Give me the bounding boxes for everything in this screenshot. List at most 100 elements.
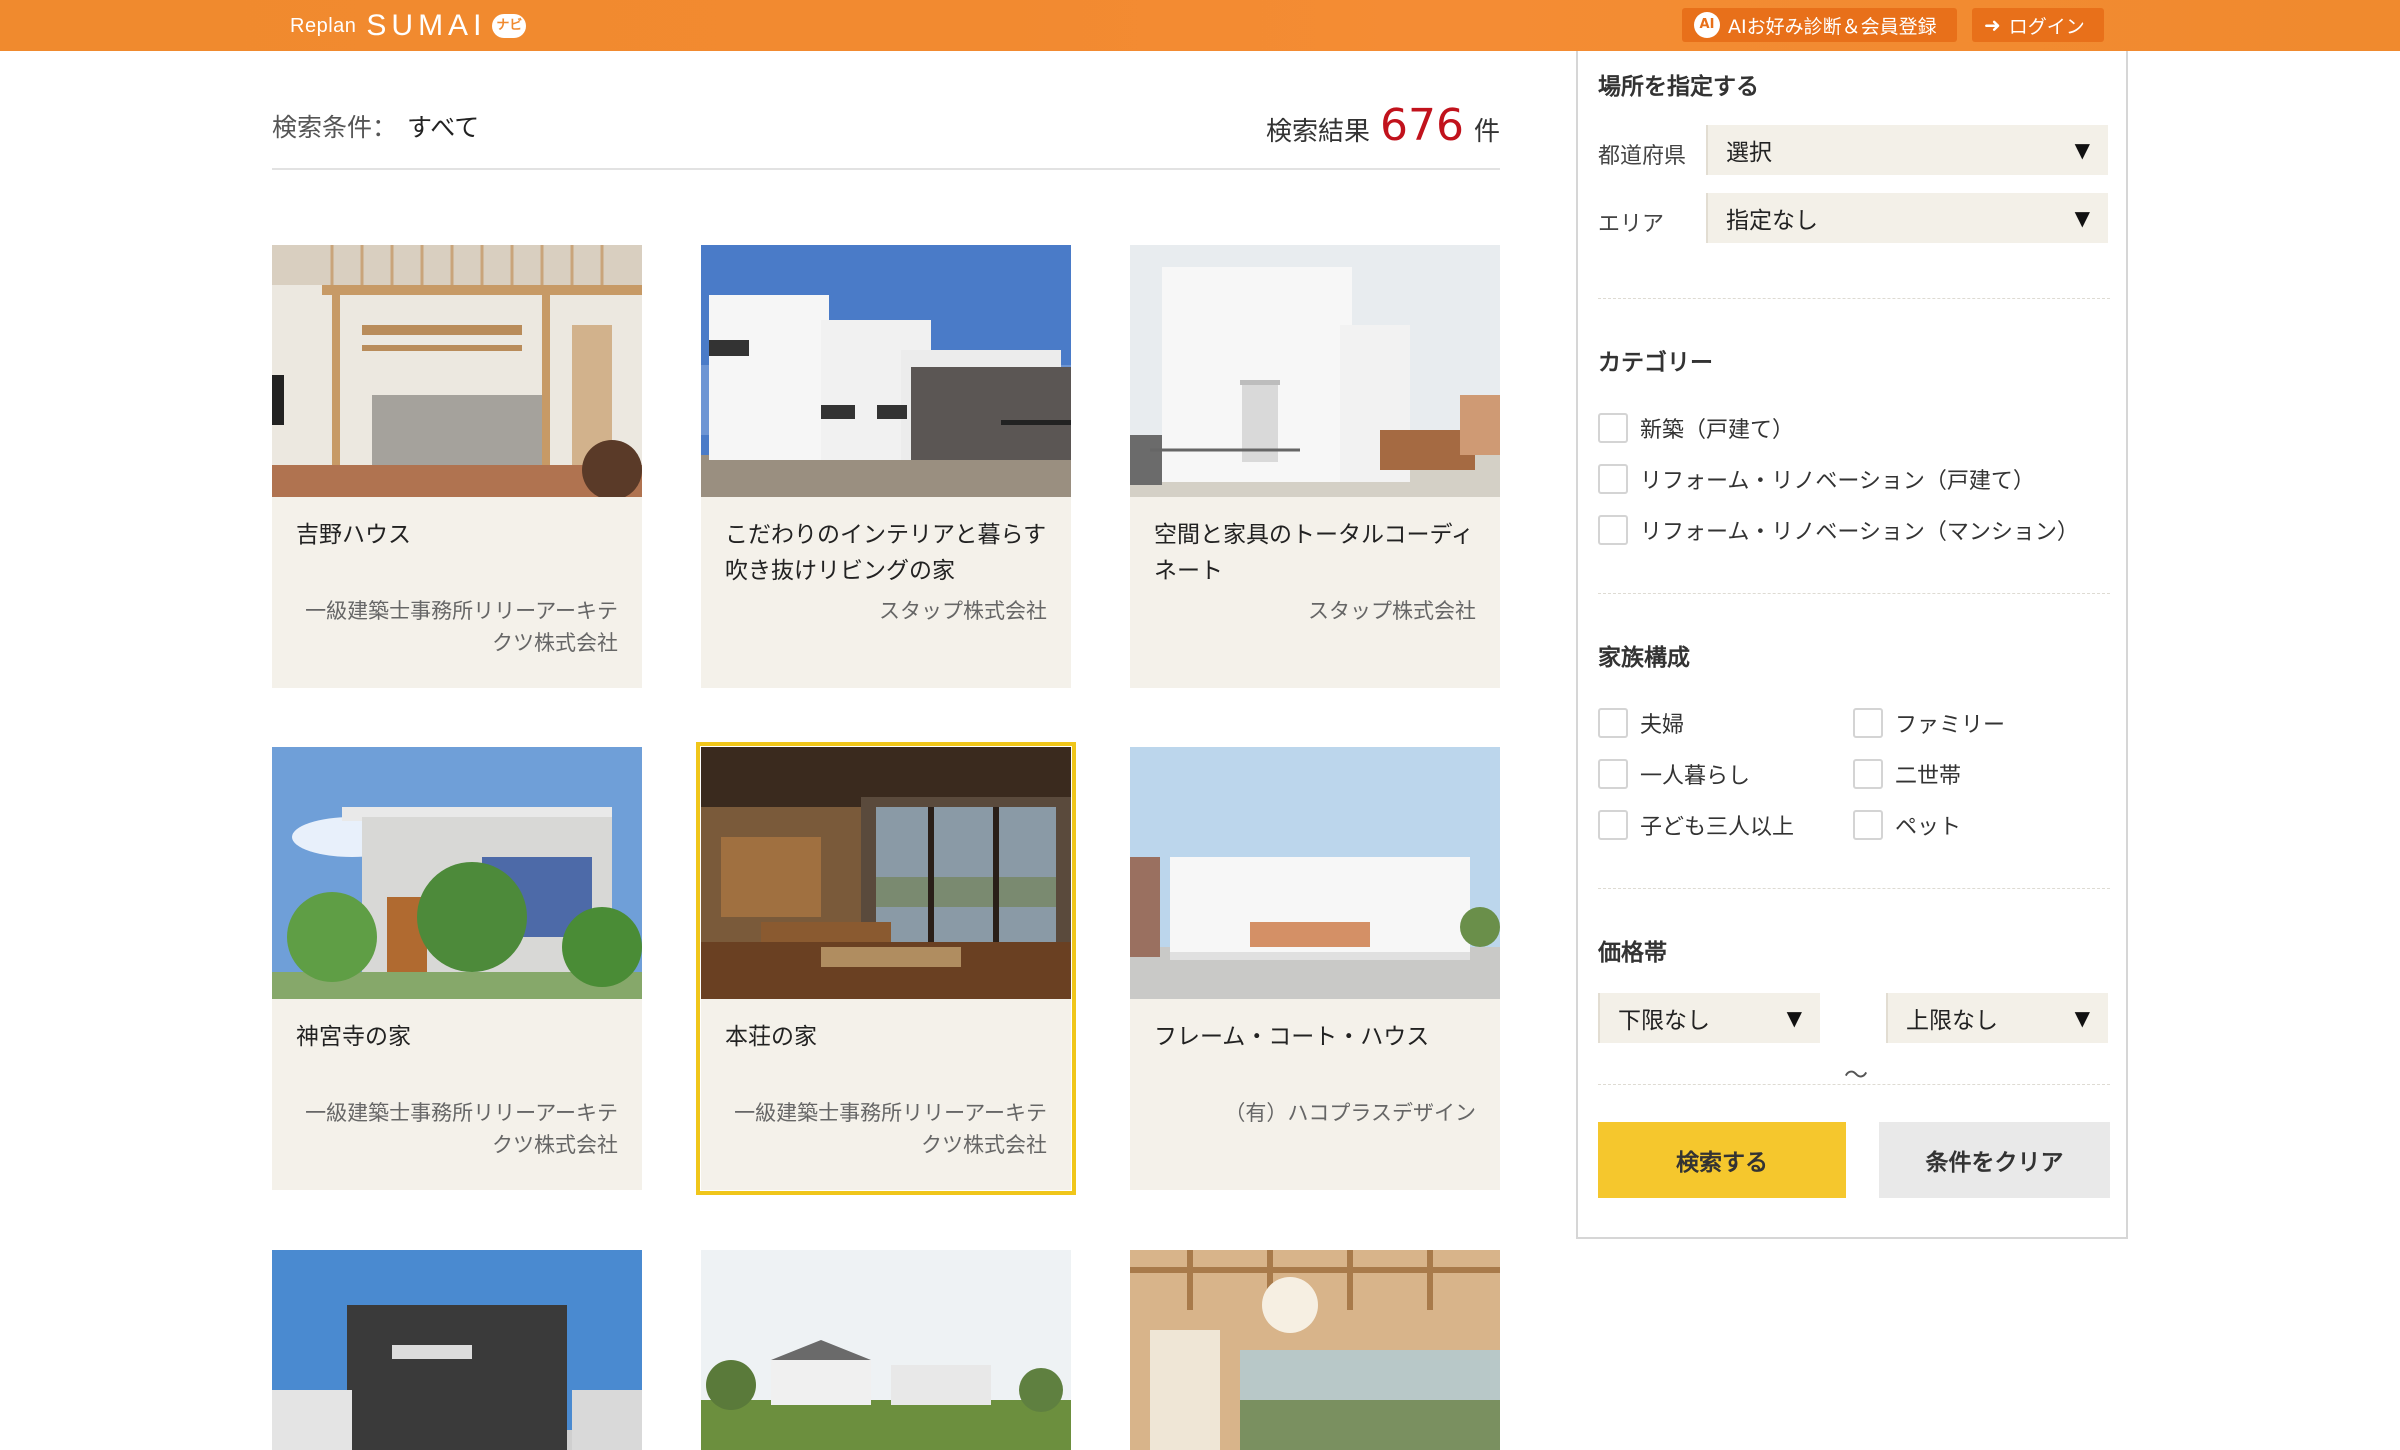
house-card[interactable]: 神宮寺の家 一級建築士事務所リリーアーキテクツ株式会社	[272, 747, 642, 1190]
logo-replan: Replan	[290, 14, 357, 37]
house-card[interactable]: 空間と家具のトータルコーディネート スタップ株式会社	[1130, 245, 1500, 688]
checkbox-label: 二世帯	[1895, 764, 1962, 789]
login-icon: ➜	[1984, 13, 2001, 37]
checkbox-box[interactable]	[1853, 810, 1883, 840]
checkbox-box[interactable]	[1853, 708, 1883, 738]
builder-name[interactable]: スタップ株式会社	[717, 595, 1047, 627]
location-heading: 場所を指定する	[1598, 74, 1759, 100]
builder-name[interactable]: （有）ハコプラスデザイン	[1146, 1097, 1476, 1129]
checkbox-label: 新築（戸建て）	[1640, 418, 1795, 443]
house-card[interactable]	[1130, 1250, 1500, 1450]
prefecture-label: 都道府県	[1598, 144, 1687, 169]
family-checkbox[interactable]: 二世帯	[1853, 758, 1961, 790]
section-divider	[1598, 888, 2110, 889]
ai-diagnosis-label: AIお好み診断＆会員登録	[1728, 15, 1937, 38]
clear-conditions-button[interactable]: 条件をクリア	[1879, 1122, 2110, 1198]
price-max-select[interactable]: 上限なし ▼	[1886, 993, 2108, 1043]
section-divider	[1598, 1084, 2110, 1085]
builder-name[interactable]: スタップ株式会社	[1146, 595, 1476, 627]
summary-divider	[272, 168, 1500, 170]
house-title[interactable]: 空間と家具のトータルコーディネート	[1154, 517, 1484, 589]
site-logo[interactable]: Replan SUMAI ナビ	[290, 9, 527, 42]
condition-label: 検索条件：	[272, 113, 398, 142]
house-card[interactable]	[701, 1250, 1071, 1450]
logo-sumai: SUMAI	[366, 9, 487, 42]
prefecture-select[interactable]: 選択 ▼	[1706, 125, 2108, 175]
house-photo[interactable]	[701, 1250, 1071, 1450]
checkbox-label: ペット	[1895, 815, 1962, 840]
house-title[interactable]: 吉野ハウス	[296, 517, 626, 553]
builder-name[interactable]: 一級建築士事務所リリーアーキテクツ株式会社	[717, 1097, 1047, 1161]
house-title[interactable]: 神宮寺の家	[296, 1019, 626, 1055]
section-divider	[1598, 298, 2110, 299]
house-title[interactable]: こだわりのインテリアと暮らす 吹き抜けリビングの家	[725, 517, 1055, 589]
condition-value: すべて	[407, 113, 480, 142]
category-checkbox[interactable]: リフォーム・リノベーション（戸建て）	[1598, 463, 2035, 495]
ai-bot-icon: AI	[1694, 12, 1720, 38]
family-checkbox[interactable]: ファミリー	[1853, 707, 2005, 739]
house-title[interactable]: 本荘の家	[725, 1019, 1055, 1055]
logo-navi-badge: ナビ	[492, 14, 527, 38]
family-checkbox[interactable]: 一人暮らし	[1598, 758, 1750, 790]
checkbox-label: 子ども三人以上	[1640, 815, 1795, 840]
house-card[interactable]: 吉野ハウス 一級建築士事務所リリーアーキテクツ株式会社	[272, 245, 642, 688]
family-checkbox[interactable]: 子ども三人以上	[1598, 809, 1794, 841]
prefecture-value: 選択	[1726, 140, 1772, 166]
checkbox-label: リフォーム・リノベーション（マンション）	[1640, 520, 2079, 545]
family-heading: 家族構成	[1598, 645, 1690, 671]
house-photo[interactable]	[1130, 747, 1500, 999]
dropdown-arrow-icon: ▼	[2074, 138, 2090, 162]
builder-name[interactable]: 一級建築士事務所リリーアーキテクツ株式会社	[288, 595, 618, 659]
checkbox-box[interactable]	[1598, 413, 1628, 443]
house-photo[interactable]	[272, 1250, 642, 1450]
login-label: ログイン	[2008, 15, 2085, 38]
dropdown-arrow-icon: ▼	[2074, 1006, 2090, 1030]
price-max-value: 上限なし	[1906, 1008, 1998, 1034]
section-divider	[1598, 593, 2110, 594]
house-photo[interactable]	[1130, 245, 1500, 497]
result-label: 検索結果	[1265, 117, 1370, 147]
house-card[interactable]: こだわりのインテリアと暮らす 吹き抜けリビングの家 スタップ株式会社	[701, 245, 1071, 688]
checkbox-box[interactable]	[1598, 759, 1628, 789]
price-min-value: 下限なし	[1618, 1008, 1710, 1034]
area-select[interactable]: 指定なし ▼	[1706, 193, 2108, 243]
area-label: エリア	[1598, 212, 1665, 237]
checkbox-label: ファミリー	[1895, 713, 2006, 738]
search-result-count: 検索結果 676 件	[1266, 100, 1500, 151]
price-heading: 価格帯	[1598, 940, 1667, 966]
search-button[interactable]: 検索する	[1598, 1122, 1846, 1198]
family-checkbox[interactable]: 夫婦	[1598, 707, 1684, 739]
builder-name[interactable]: 一級建築士事務所リリーアーキテクツ株式会社	[288, 1097, 618, 1161]
house-card[interactable]: フレーム・コート・ハウス （有）ハコプラスデザイン	[1130, 747, 1500, 1190]
category-heading: カテゴリー	[1598, 350, 1713, 376]
house-card-selected[interactable]: 本荘の家 一級建築士事務所リリーアーキテクツ株式会社	[696, 742, 1076, 1195]
top-header: Replan SUMAI ナビ AI AIお好み診断＆会員登録 ➜ ログイン	[0, 0, 2400, 51]
category-checkbox[interactable]: 新築（戸建て）	[1598, 412, 1794, 444]
category-checkbox[interactable]: リフォーム・リノベーション（マンション）	[1598, 514, 2079, 546]
house-card[interactable]	[272, 1250, 642, 1450]
checkbox-label: 夫婦	[1640, 713, 1685, 738]
house-photo[interactable]	[272, 245, 642, 497]
checkbox-label: 一人暮らし	[1640, 764, 1751, 789]
house-title[interactable]: フレーム・コート・ハウス	[1154, 1019, 1484, 1055]
dropdown-arrow-icon: ▼	[2074, 206, 2090, 230]
checkbox-box[interactable]	[1598, 810, 1628, 840]
login-button[interactable]: ➜ ログイン	[1972, 8, 2104, 42]
house-photo[interactable]	[701, 245, 1071, 497]
result-unit: 件	[1473, 117, 1500, 147]
checkbox-box[interactable]	[1598, 708, 1628, 738]
house-photo[interactable]	[701, 747, 1071, 999]
price-min-select[interactable]: 下限なし ▼	[1598, 993, 1820, 1043]
checkbox-label: リフォーム・リノベーション（戸建て）	[1640, 469, 2035, 494]
search-sidebar: 場所を指定する 都道府県 選択 ▼ エリア 指定なし ▼ カテゴリー 新築（戸建…	[1576, 51, 2128, 1239]
checkbox-box[interactable]	[1598, 515, 1628, 545]
ai-diagnosis-button[interactable]: AI AIお好み診断＆会員登録	[1682, 8, 1957, 42]
house-photo[interactable]	[1130, 1250, 1500, 1450]
dropdown-arrow-icon: ▼	[1786, 1006, 1802, 1030]
checkbox-box[interactable]	[1853, 759, 1883, 789]
house-photo[interactable]	[272, 747, 642, 999]
result-count: 676	[1380, 100, 1464, 151]
family-checkbox[interactable]: ペット	[1853, 809, 1961, 841]
checkbox-box[interactable]	[1598, 464, 1628, 494]
search-condition: 検索条件： すべて	[272, 108, 479, 144]
